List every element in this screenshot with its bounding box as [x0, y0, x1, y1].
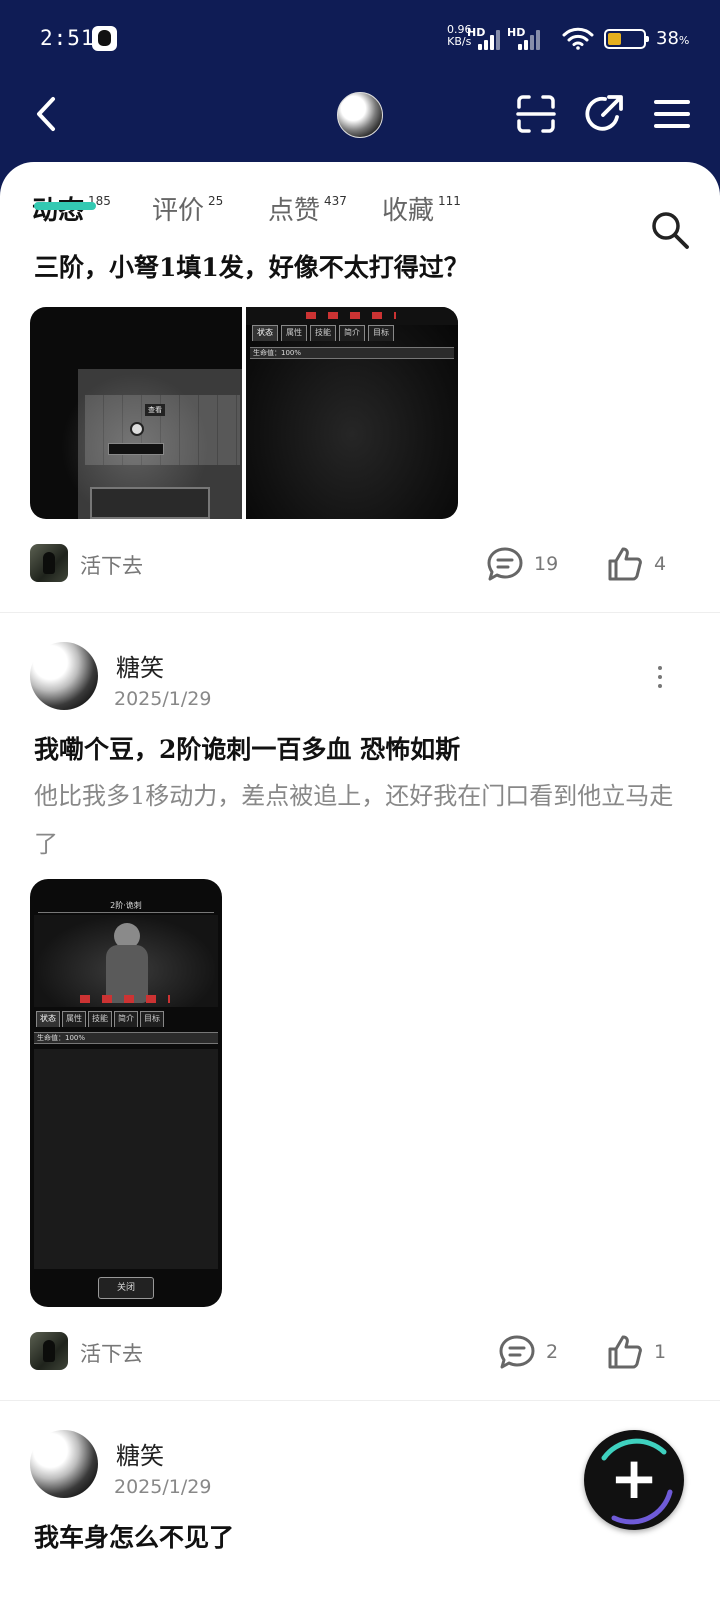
- author-name[interactable]: 糖笑: [116, 1436, 164, 1471]
- stat-icons: [80, 995, 170, 1003]
- author-avatar[interactable]: [30, 642, 98, 710]
- post-divider: [0, 612, 720, 613]
- game-avatar[interactable]: [337, 92, 383, 138]
- tab-favorites-count: 111: [438, 194, 461, 208]
- comment-icon: [487, 547, 523, 581]
- menu-icon: [654, 100, 690, 128]
- game-name[interactable]: 活下去: [80, 1338, 143, 1368]
- comment-count: 19: [534, 553, 559, 575]
- mini-tab-target: 目标: [368, 325, 394, 341]
- post-2-meta: 活下去 2 1: [30, 1330, 690, 1372]
- monster-header: 2阶·诡刺: [38, 899, 214, 913]
- scan-icon: [516, 95, 556, 133]
- tab-favorites-label: 收藏: [382, 196, 435, 226]
- tab-favorites[interactable]: 收藏 111: [382, 190, 461, 227]
- top-nav-bar: [0, 78, 720, 162]
- back-button[interactable]: [22, 90, 70, 138]
- post-date: 2025/1/29: [114, 1476, 212, 1498]
- battery-percent-suffix: %: [678, 34, 690, 47]
- tab-reviews[interactable]: 评价 25: [152, 190, 223, 227]
- mini-tab-attrs: 属性: [281, 325, 307, 341]
- mini-tab-skills: 技能: [88, 1011, 112, 1027]
- add-post-button[interactable]: +: [584, 1430, 684, 1530]
- comment-button[interactable]: 19: [486, 544, 558, 584]
- signal-2-icon: [518, 28, 548, 50]
- scan-button[interactable]: [512, 90, 560, 138]
- qq-notification-icon: [92, 26, 117, 51]
- comment-count: 2: [546, 1341, 559, 1363]
- post-2-image[interactable]: 2阶·诡刺 状态 属性 技能 简介 目标 生命值：100% 关闭: [30, 879, 222, 1307]
- signal-1-icon: [478, 28, 508, 50]
- author-name[interactable]: 糖笑: [116, 648, 164, 683]
- post-1-title[interactable]: 三阶，小弩1填1发，好像不太打得过？: [34, 248, 469, 284]
- tab-likes-count: 437: [324, 194, 347, 208]
- status-bar: 2:51 0.96 KB/s HD HD 38%: [0, 0, 720, 78]
- stat-icons: [306, 312, 396, 319]
- post-1-image-2[interactable]: 状态 属性 技能 简介 目标 生命值：100%: [246, 307, 458, 519]
- menu-button[interactable]: [648, 90, 696, 138]
- post-divider: [0, 1400, 720, 1401]
- tab-reviews-count: 25: [208, 194, 224, 208]
- info-panel: [34, 1049, 218, 1269]
- mini-tab-attrs: 属性: [62, 1011, 86, 1027]
- tab-bar: 动态 185 评价 25 点赞 437 收藏 111: [0, 184, 720, 249]
- post-date: 2025/1/29: [114, 688, 212, 710]
- post-1-meta: 活下去 19 4: [30, 542, 690, 584]
- mini-tab-skills: 技能: [310, 325, 336, 341]
- post-1-image-1[interactable]: 查看: [30, 307, 242, 519]
- post-3-title[interactable]: 我车身怎么不见了: [34, 1518, 234, 1554]
- mini-tab-target: 目标: [140, 1011, 164, 1027]
- mini-tab-intro: 简介: [114, 1011, 138, 1027]
- tab-dynamic-label: 动态: [32, 196, 85, 226]
- close-button: 关闭: [98, 1277, 154, 1299]
- game-thumbnail[interactable]: [30, 544, 68, 582]
- mini-tab-status: 状态: [252, 325, 278, 341]
- like-button[interactable]: 4: [606, 544, 666, 584]
- item-strip: [108, 443, 164, 455]
- thumbs-up-icon: [608, 547, 642, 581]
- player-token: [130, 422, 144, 436]
- like-button[interactable]: 1: [606, 1332, 666, 1372]
- more-options-button[interactable]: [648, 662, 672, 692]
- thumbs-up-icon: [608, 1335, 642, 1369]
- battery-percent-value: 38: [656, 28, 679, 49]
- post-2-title[interactable]: 我嘞个豆，2阶诡刺一百多血 恐怖如斯: [34, 730, 460, 766]
- tab-reviews-label: 评价: [152, 196, 205, 226]
- comment-icon: [499, 1335, 535, 1369]
- plus-icon: +: [609, 1444, 659, 1512]
- game-thumbnail[interactable]: [30, 1332, 68, 1370]
- active-tab-indicator: [34, 202, 96, 210]
- status-time: 2:51: [40, 26, 95, 50]
- interact-label: 查看: [145, 404, 165, 416]
- monster-portrait: [34, 915, 218, 1007]
- map-room: [90, 487, 210, 519]
- tab-likes[interactable]: 点赞 437: [268, 190, 347, 227]
- hp-bar: 生命值：100%: [34, 1032, 218, 1044]
- like-count: 4: [654, 553, 667, 575]
- hp-bar: 生命值：100%: [250, 347, 454, 359]
- like-count: 1: [654, 1341, 667, 1363]
- post-2-body[interactable]: 他比我多1移动力，差点被追上，还好我在门口看到他立马走了: [34, 772, 684, 868]
- search-icon[interactable]: [650, 210, 690, 250]
- comment-button[interactable]: 2: [498, 1332, 558, 1372]
- tab-likes-label: 点赞: [268, 196, 321, 226]
- share-icon: [585, 95, 623, 131]
- stats-strip: [246, 307, 458, 325]
- game-name[interactable]: 活下去: [80, 550, 143, 580]
- mini-tab-status: 状态: [36, 1011, 60, 1027]
- battery-percent: 38%: [656, 28, 689, 49]
- author-avatar[interactable]: [30, 1430, 98, 1498]
- battery-icon: [604, 29, 649, 49]
- back-arrow-icon: [37, 97, 55, 131]
- share-button[interactable]: [580, 90, 628, 138]
- mini-tab-intro: 简介: [339, 325, 365, 341]
- wifi-icon: [562, 27, 594, 50]
